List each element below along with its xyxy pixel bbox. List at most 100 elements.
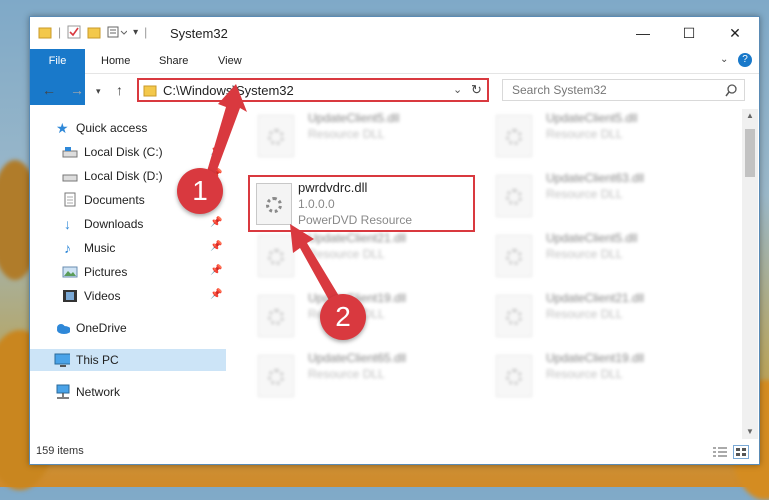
sidebar-item-network[interactable]: Network xyxy=(30,381,226,403)
file-name: pwrdvdrc.dll xyxy=(298,180,368,195)
new-folder-icon[interactable] xyxy=(87,25,101,39)
list-item[interactable]: UpdateClient65.dll Resource DLL xyxy=(250,349,480,405)
pin-icon[interactable]: 📌 xyxy=(210,241,222,252)
maximize-button[interactable]: ☐ xyxy=(666,17,712,49)
minimize-icon: — xyxy=(636,25,650,41)
address-path: C:\Windows\System32 xyxy=(163,83,294,98)
file-description: Resource DLL xyxy=(546,307,623,321)
scroll-down-icon[interactable]: ▼ xyxy=(746,427,754,436)
navigation-pane: ★ Quick access Local Disk (C:) 📌 Local D… xyxy=(30,109,226,439)
pictures-icon xyxy=(62,266,78,278)
dll-file-icon xyxy=(496,295,532,337)
details-view-icon[interactable] xyxy=(712,446,728,458)
view-options-icon[interactable] xyxy=(107,25,128,39)
sidebar-item-label: Documents xyxy=(84,193,145,207)
dll-file-icon xyxy=(258,295,294,337)
list-item[interactable]: UpdateClient21.dll Resource DLL xyxy=(250,229,480,285)
separator: | xyxy=(58,25,62,39)
documents-icon xyxy=(64,192,76,207)
sidebar-item-label: Local Disk (C:) xyxy=(84,145,163,159)
step-badge-1: 1 xyxy=(177,168,223,214)
vertical-scrollbar[interactable]: ▲ ▼ xyxy=(742,109,758,439)
properties-icon[interactable] xyxy=(67,25,81,39)
forward-arrow-icon[interactable]: → xyxy=(70,82,84,98)
address-dropdown-icon[interactable]: ⌄ xyxy=(453,83,462,96)
item-count: 159 items xyxy=(36,445,84,457)
music-icon: ♪ xyxy=(64,240,71,256)
file-list: UpdateClient5.dll Resource DLL UpdateCli… xyxy=(240,109,740,439)
file-description: Resource DLL xyxy=(308,247,385,261)
sidebar-item-label: Local Disk (D:) xyxy=(84,169,163,183)
refresh-icon[interactable]: ↻ xyxy=(471,82,482,98)
file-name: UpdateClient5.dll xyxy=(546,111,638,125)
expand-ribbon-icon[interactable]: ⌄ xyxy=(720,54,728,65)
sidebar-item-this-pc[interactable]: This PC xyxy=(30,349,226,371)
scrollbar-thumb[interactable] xyxy=(745,129,755,177)
sidebar-item-downloads[interactable]: ↓ Downloads 📌 xyxy=(30,213,226,235)
search-box[interactable]: Search System32 xyxy=(502,79,745,101)
file-name: UpdateClient21.dll xyxy=(308,231,407,245)
drive-icon xyxy=(62,147,78,158)
up-arrow-icon[interactable]: ↑ xyxy=(116,82,123,98)
sidebar-item-quick-access[interactable]: ★ Quick access xyxy=(30,117,226,139)
star-icon: ★ xyxy=(56,120,69,136)
title-bar: | ▾ | System32 — ☐ ✕ xyxy=(30,17,759,49)
back-arrow-icon[interactable]: ← xyxy=(42,82,56,98)
drive-icon xyxy=(62,174,78,182)
quick-access-toolbar: | ▾ | xyxy=(38,25,147,39)
pin-icon[interactable]: 📌 xyxy=(210,217,222,228)
sidebar-item-label: Network xyxy=(76,385,121,399)
dll-file-icon xyxy=(496,235,532,277)
selected-file-highlight[interactable]: pwrdvdrc.dll 1.0.0.0 PowerDVD Resource xyxy=(248,175,475,232)
help-icon[interactable]: ? xyxy=(738,53,752,67)
close-button[interactable]: ✕ xyxy=(712,17,758,49)
dll-file-icon xyxy=(496,115,532,157)
list-item[interactable]: UpdateClient5.dll Resource DLL xyxy=(250,109,480,165)
customize-dropdown-icon[interactable]: ▾ xyxy=(133,27,138,38)
list-item[interactable]: UpdateClient21.dll Resource DLL xyxy=(488,289,718,345)
tab-home[interactable]: Home xyxy=(101,49,130,73)
list-item[interactable]: UpdateClient63.dll Resource DLL xyxy=(488,169,718,225)
recent-locations-icon[interactable]: ▾ xyxy=(96,86,101,97)
sidebar-item-pictures[interactable]: Pictures 📌 xyxy=(30,261,226,283)
file-name: UpdateClient5.dll xyxy=(308,111,400,125)
sidebar-item-videos[interactable]: Videos 📌 xyxy=(30,285,226,307)
pin-icon[interactable]: 📌 xyxy=(210,145,222,156)
dll-file-icon xyxy=(496,175,532,217)
list-item[interactable]: UpdateClient5.dll Resource DLL xyxy=(488,229,718,285)
list-item[interactable]: UpdateClient5.dll Resource DLL xyxy=(488,109,718,165)
tab-share[interactable]: Share xyxy=(159,49,188,73)
computer-icon xyxy=(54,353,70,367)
scroll-up-icon[interactable]: ▲ xyxy=(746,111,754,120)
separator: | xyxy=(144,25,148,39)
file-name: UpdateClient19.dll xyxy=(546,351,645,365)
large-icons-view-icon[interactable] xyxy=(733,445,749,459)
file-description: Resource DLL xyxy=(308,127,385,141)
file-description: Resource DLL xyxy=(546,367,623,381)
file-name: UpdateClient63.dll xyxy=(546,171,645,185)
explorer-window: | ▾ | System32 — ☐ ✕ File Home Share Vie… xyxy=(29,16,760,465)
dll-file-icon xyxy=(258,115,294,157)
pin-icon[interactable]: 📌 xyxy=(210,289,222,300)
sidebar-item-music[interactable]: ♪ Music 📌 xyxy=(30,237,226,259)
status-bar: 159 items xyxy=(30,441,759,463)
sidebar-item-local-disk-c[interactable]: Local Disk (C:) 📌 xyxy=(30,141,226,163)
download-icon: ↓ xyxy=(64,216,71,232)
minimize-button[interactable]: — xyxy=(620,17,666,49)
folder-icon[interactable] xyxy=(38,25,52,39)
sidebar-item-onedrive[interactable]: OneDrive xyxy=(30,317,226,339)
close-icon: ✕ xyxy=(729,24,741,41)
address-bar[interactable]: C:\Windows\System32 ⌄ ↻ xyxy=(137,78,489,102)
search-icon[interactable] xyxy=(725,84,738,97)
videos-icon xyxy=(63,290,77,302)
tab-view[interactable]: View xyxy=(218,49,242,73)
list-item[interactable]: UpdateClient19.dll Resource DLL xyxy=(488,349,718,405)
file-name: UpdateClient21.dll xyxy=(546,291,645,305)
dll-file-icon xyxy=(258,235,294,277)
file-version: 1.0.0.0 xyxy=(298,197,335,211)
folder-icon xyxy=(143,85,157,97)
maximize-icon: ☐ xyxy=(682,24,696,41)
file-name: UpdateClient65.dll xyxy=(308,351,407,365)
sidebar-item-label: OneDrive xyxy=(76,321,127,335)
pin-icon[interactable]: 📌 xyxy=(210,265,222,276)
